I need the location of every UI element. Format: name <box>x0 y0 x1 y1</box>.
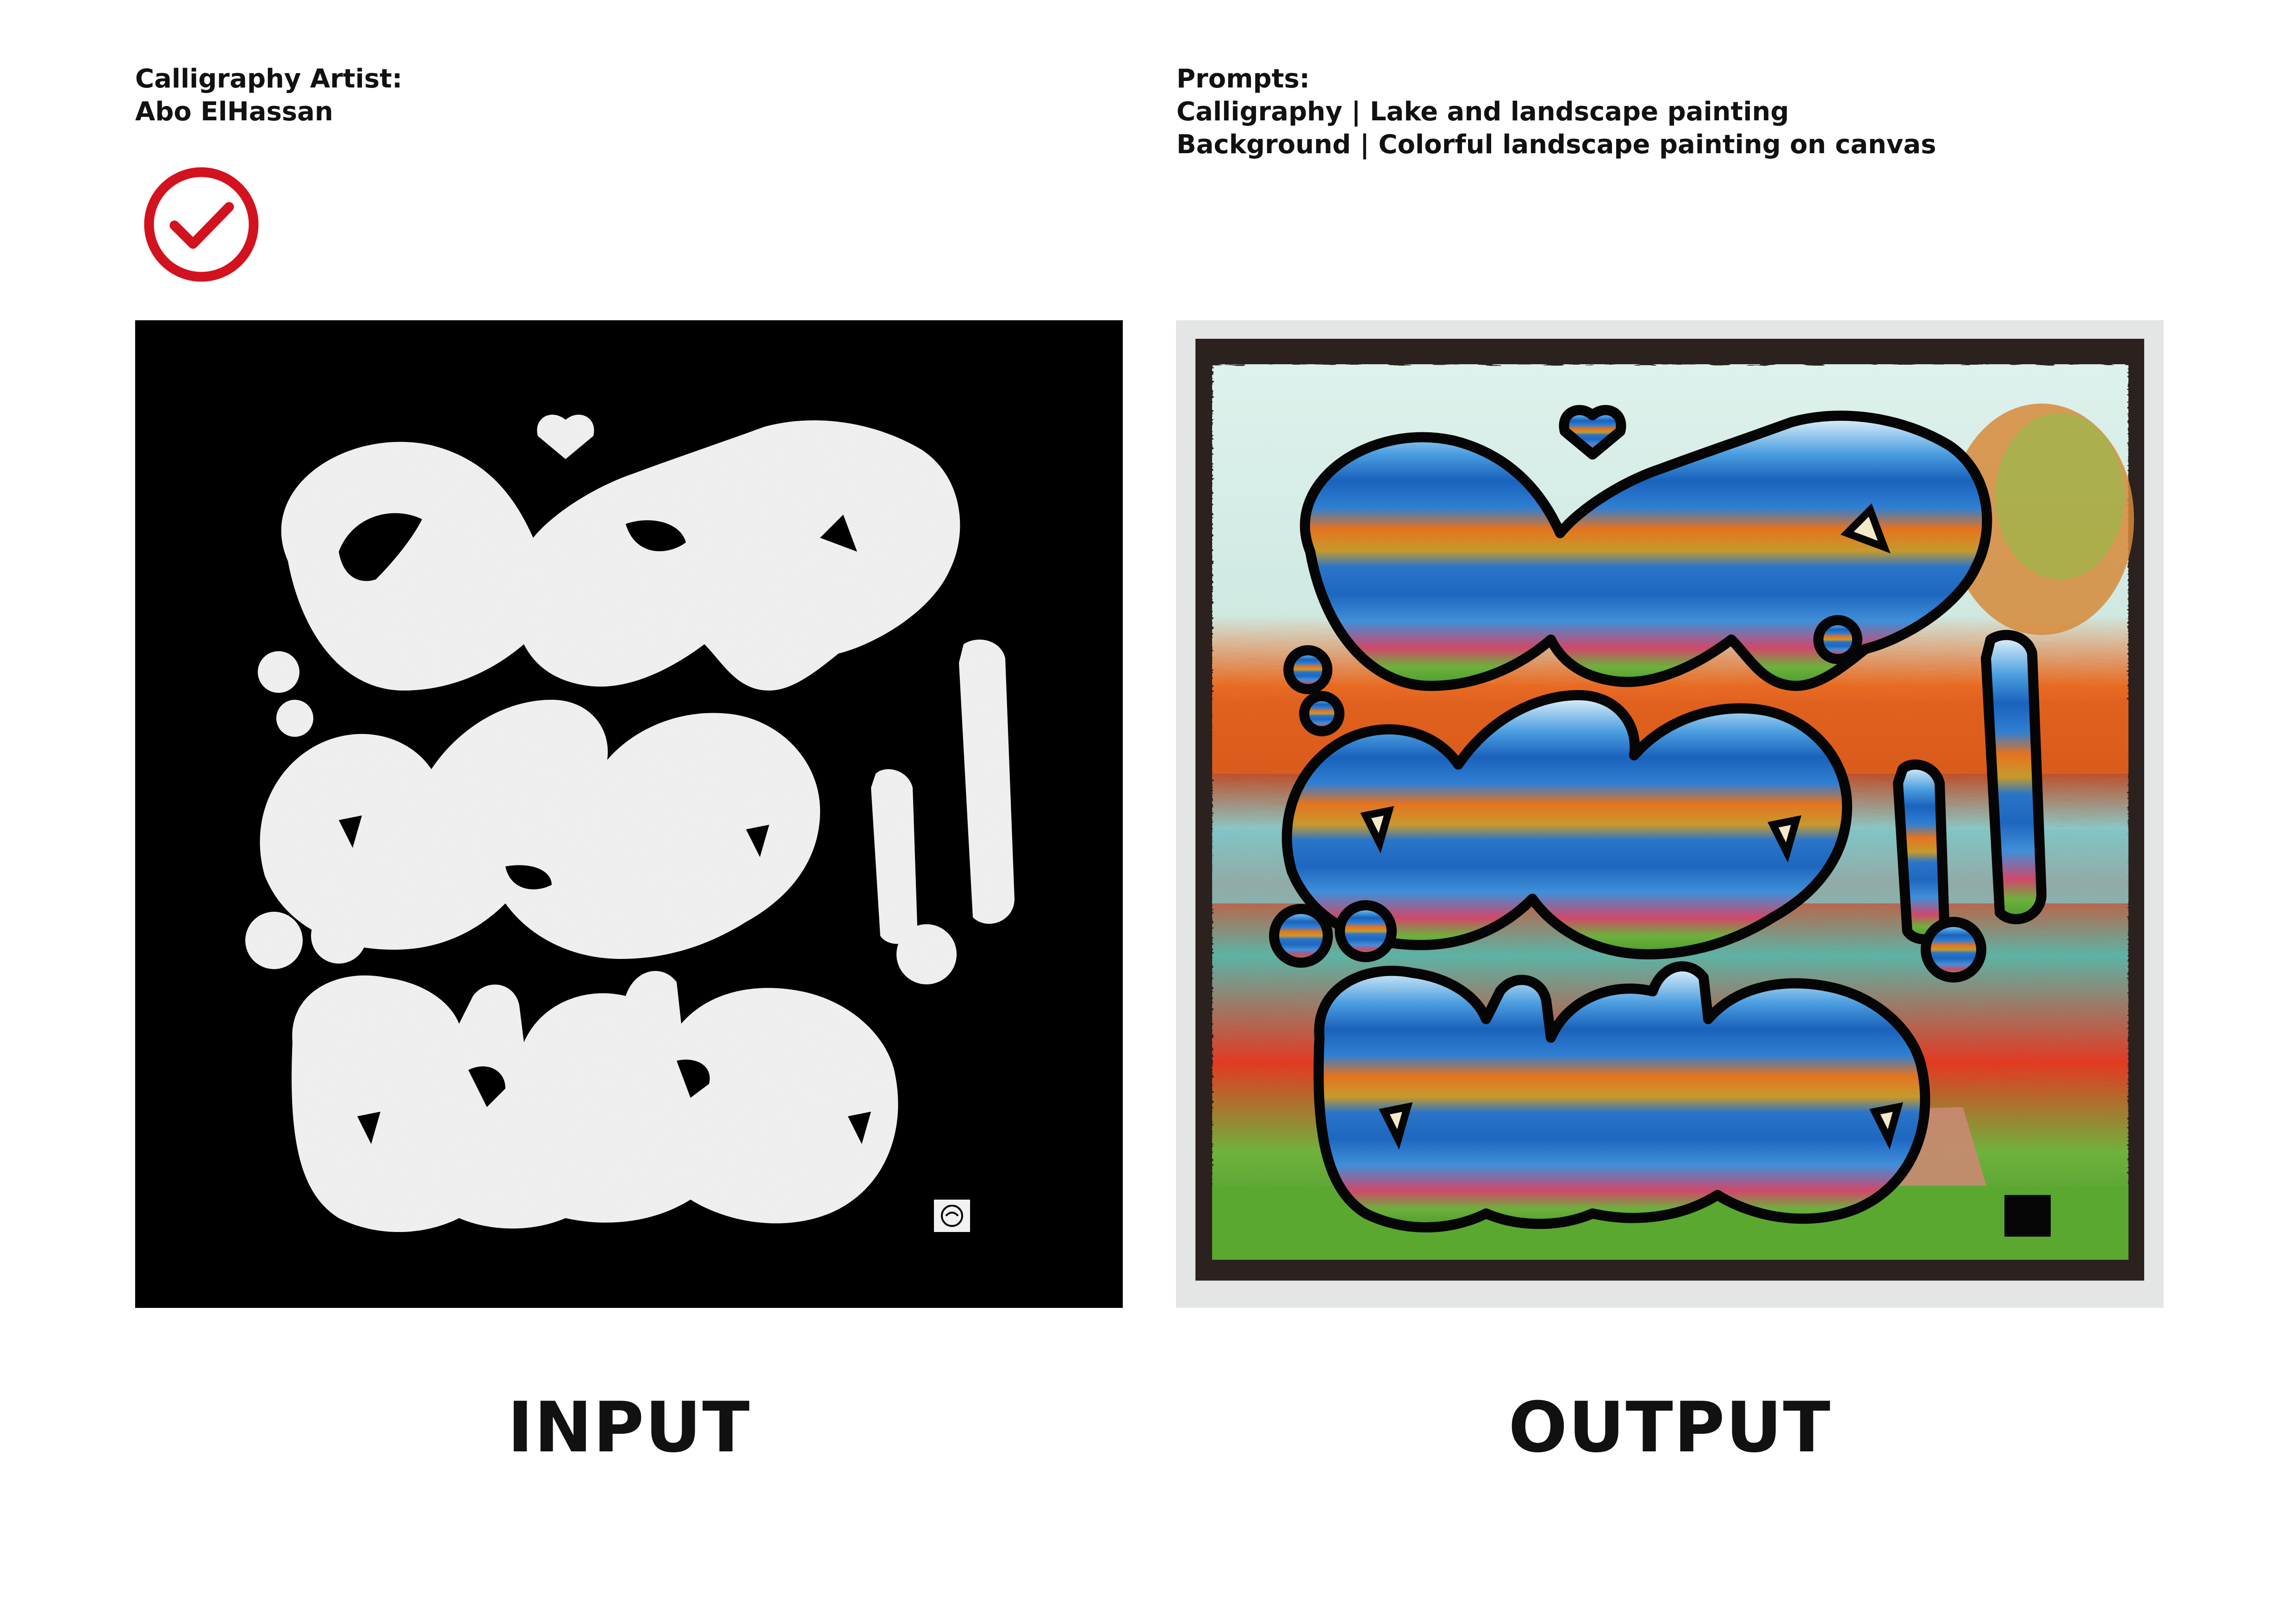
input-label: INPUT <box>507 1388 751 1468</box>
checkmark-circle-icon <box>141 164 261 285</box>
prompts-heading: Prompts: <box>1176 64 1310 94</box>
artist-heading: Calligraphy Artist: <box>135 64 403 94</box>
output-artwork <box>1176 320 2164 1308</box>
input-calligraphy-image <box>135 320 1123 1308</box>
artist-seal <box>934 1200 970 1232</box>
artist-credit: Calligraphy Artist: Abo ElHassan <box>135 62 402 128</box>
prompts-block: Prompts: Calligraphy | Lake and landscap… <box>1176 62 1936 161</box>
artist-seal-output <box>2004 1195 2051 1237</box>
artist-name: Abo ElHassan <box>135 97 333 127</box>
prompt-background: Background | Colorful landscape painting… <box>1176 130 1936 160</box>
output-label: OUTPUT <box>1508 1388 1831 1468</box>
input-artwork <box>135 320 1123 1308</box>
output-painting-image <box>1176 320 2164 1308</box>
prompt-calligraphy: Calligraphy | Lake and landscape paintin… <box>1176 97 1789 127</box>
